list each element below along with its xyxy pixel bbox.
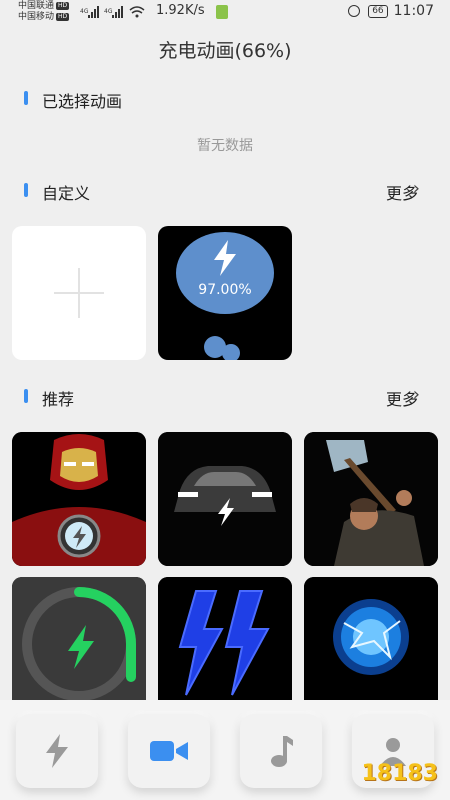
percent-label: 97.00% (198, 282, 252, 298)
clock: 11:07 (393, 3, 434, 19)
chevron-right-icon[interactable]: › (413, 178, 420, 199)
recommend-card-green-ring[interactable] (12, 577, 146, 711)
nav-music[interactable] (240, 714, 322, 788)
charging-icon (216, 5, 228, 19)
status-bar: 中国联通 HD 中国移动 HD 4G 4G 1.92K/s 66 11:07 (0, 0, 450, 24)
alarm-icon (348, 5, 361, 17)
green-ring-image (12, 577, 146, 711)
recommend-card-plasma[interactable] (304, 577, 438, 711)
lightning-icon (46, 734, 68, 768)
iron-man-image (12, 432, 146, 566)
svg-text:4G: 4G (80, 8, 89, 15)
selected-section-title: 已选择动画 (42, 92, 123, 111)
carrier-1: 中国联通 HD (18, 1, 70, 11)
recommend-section-title: 推荐 (42, 390, 75, 409)
plasma-ball-image (304, 577, 438, 711)
signal-icon: 4G 4G (80, 6, 145, 18)
thor-image (304, 432, 438, 566)
add-custom-animation-button[interactable] (12, 226, 146, 360)
video-icon (150, 741, 188, 761)
bottom-bar: 18183 (0, 700, 450, 800)
section-accent-bar (24, 183, 28, 197)
battery-icon: 66 (368, 4, 388, 18)
watermark-logo: 18183 (361, 761, 438, 786)
carrier-2: 中国移动 HD (18, 12, 70, 22)
custom-animation-card[interactable]: 97.00% (158, 226, 292, 360)
recommend-card-iron-man[interactable] (12, 432, 146, 566)
recommend-card-blue-bolt[interactable] (158, 577, 292, 711)
nav-video[interactable] (128, 714, 210, 788)
music-icon (271, 736, 293, 767)
chevron-right-icon[interactable]: › (413, 384, 420, 405)
status-right: 66 11:07 (348, 3, 434, 19)
svg-text:4G: 4G (104, 8, 113, 15)
lightning-icon (214, 240, 236, 276)
car-image (158, 432, 292, 566)
empty-state-text: 暂无数据 (197, 138, 253, 154)
page-title: 充电动画(66%) (158, 40, 292, 62)
blue-bolt-image (158, 577, 292, 711)
section-accent-bar (24, 389, 28, 403)
nav-lightning[interactable] (16, 714, 98, 788)
net-speed: 1.92K/s (156, 3, 205, 18)
custom-section-title: 自定义 (42, 184, 91, 203)
recommend-card-thor[interactable] (304, 432, 438, 566)
recommend-card-car[interactable] (158, 432, 292, 566)
section-accent-bar (24, 91, 28, 105)
